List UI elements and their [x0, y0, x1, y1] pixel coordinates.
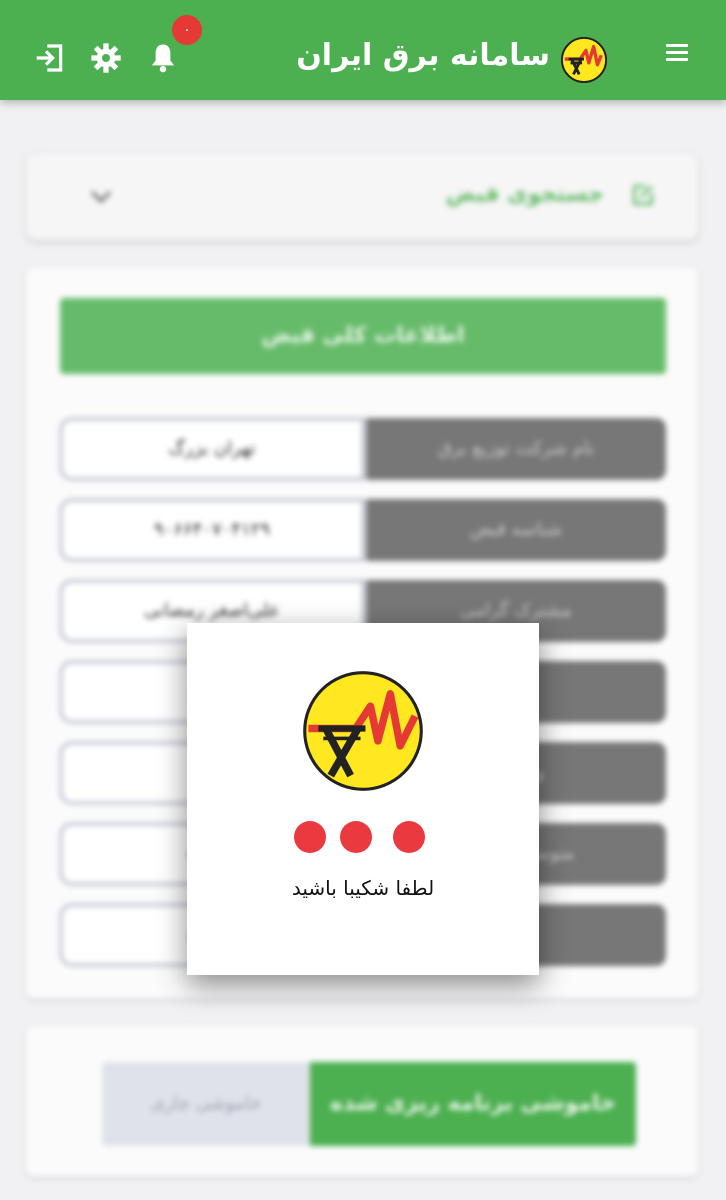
row-label: شناسه قبض	[366, 499, 666, 561]
loading-dot	[294, 821, 326, 853]
info-row: شناسه قبض ۹۰۶۶۴۰۷۰۴۱۲۹	[60, 499, 666, 561]
row-label: نام شرکت توزیع برق	[366, 418, 666, 480]
loading-message: لطفا شکیبا باشید	[291, 876, 435, 900]
row-value: تهران بزرگ	[60, 418, 364, 480]
loading-dot	[393, 821, 425, 853]
tab-planned-outage[interactable]: خاموشی برنامه ریزی شده	[310, 1062, 636, 1146]
menu-icon[interactable]	[666, 44, 688, 62]
logo-icon	[560, 36, 608, 84]
tab-current-outage[interactable]: خاموشی جاری	[102, 1062, 310, 1146]
gear-icon[interactable]	[90, 42, 122, 74]
notification-badge: ۰	[172, 15, 202, 45]
app-title: سامانه برق ایران	[296, 38, 550, 73]
app-header: سامانه برق ایران ۰	[0, 0, 726, 100]
logo-icon	[303, 671, 423, 791]
search-panel-label: جستجوی قبض	[445, 182, 604, 207]
bill-info-header: اطلاعات کلی قبض	[60, 298, 666, 374]
chevron-down-icon[interactable]	[90, 190, 112, 204]
loading-dialog: لطفا شکیبا باشید	[187, 623, 539, 975]
bill-search-panel[interactable]: جستجوی قبض	[26, 154, 698, 240]
search-edit-icon	[632, 184, 654, 206]
info-row: نام شرکت توزیع برق تهران بزرگ	[60, 418, 666, 480]
bell-icon[interactable]	[148, 42, 178, 74]
loading-dot	[340, 821, 372, 853]
outage-tabs-card: خاموشی برنامه ریزی شده خاموشی جاری	[26, 1026, 698, 1176]
logout-icon[interactable]	[34, 42, 66, 74]
row-value: ۹۰۶۶۴۰۷۰۴۱۲۹	[60, 499, 364, 561]
